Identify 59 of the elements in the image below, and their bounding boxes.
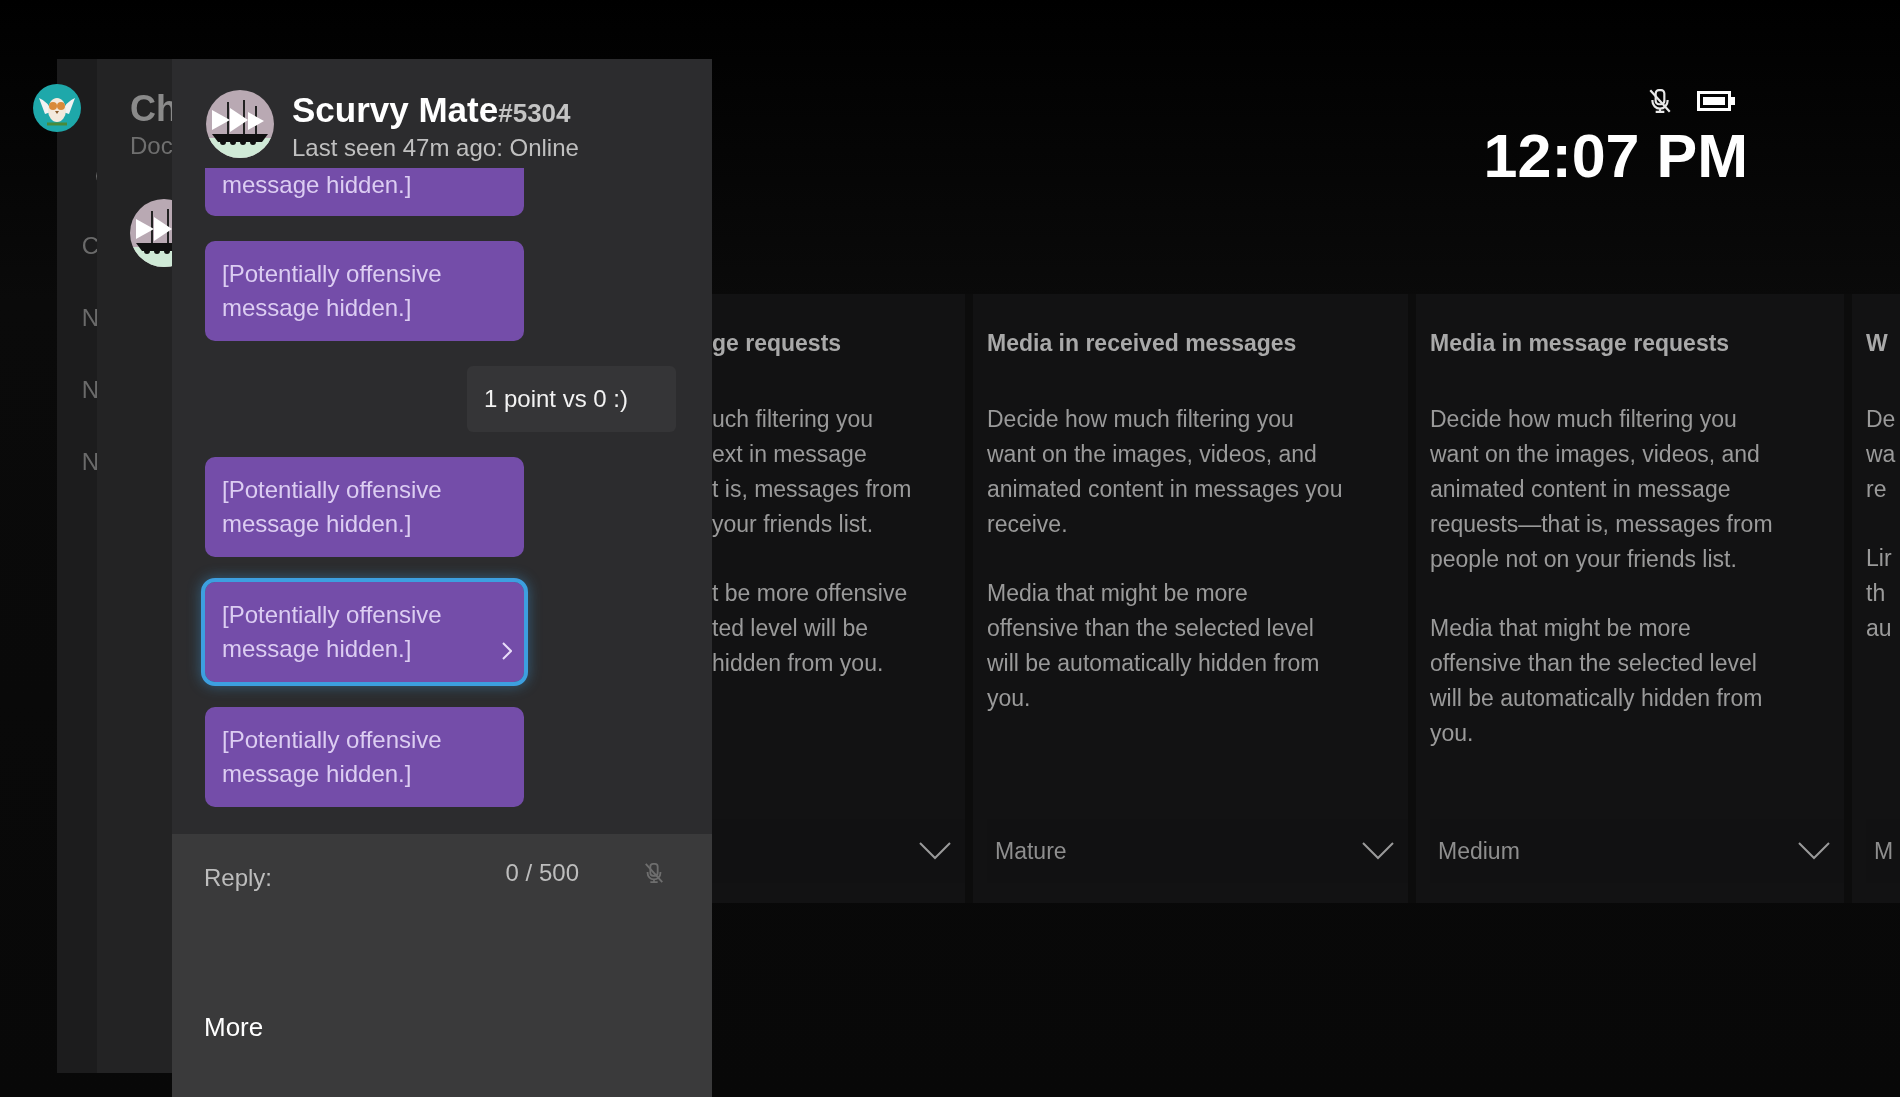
character-counter: 0 / 500 [505, 859, 579, 887]
setting-description: Media that might be more [987, 579, 1249, 608]
panel-subtitle: Doc [130, 131, 174, 161]
chevron-down-icon [919, 842, 951, 860]
setting-description: hidden from you. [712, 649, 885, 678]
setting-description: animated content in message [1430, 475, 1732, 504]
setting-description: want on the images, videos, and [1430, 440, 1761, 469]
gamertag-number: #5304 [498, 98, 571, 129]
setting-description: re [1866, 475, 1888, 504]
setting-description: you. [1430, 719, 1475, 748]
nav-item[interactable]: N [81, 305, 99, 331]
setting-description: want on the images, videos, and [987, 440, 1318, 469]
setting-description: Decide how much filtering you [987, 405, 1295, 434]
sent-message[interactable]: 1 point vs 0 :) [466, 366, 676, 432]
setting-description: you. [987, 684, 1032, 713]
nav-item[interactable]: N [81, 449, 99, 475]
chevron-down-icon [1362, 842, 1394, 860]
setting-description: your friends list. [712, 510, 875, 539]
setting-description: will be automatically hidden from [1430, 684, 1764, 713]
message-bubble[interactable]: [Potentially offensive message hidden.] [205, 457, 524, 557]
battery-icon [1697, 91, 1735, 111]
nav-item[interactable]: N [81, 377, 99, 403]
setting-description: wa [1866, 440, 1897, 469]
setting-description: requests—that is, messages from [1430, 510, 1774, 539]
setting-heading: W [1866, 330, 1889, 356]
setting-description: receive. [987, 510, 1069, 539]
nav-item[interactable]: C [81, 233, 99, 259]
setting-description: offensive than the selected level [1430, 649, 1758, 678]
setting-heading: Media in received messages [987, 330, 1298, 356]
message-bubble[interactable]: [Potentially offensive message hidden.] [205, 707, 524, 807]
setting-heading: ge requests [712, 330, 843, 356]
setting-description: th [1866, 579, 1887, 608]
reply-label: Reply: [204, 864, 274, 892]
setting-heading: Media in message requests [1430, 330, 1731, 356]
setting-description: animated content in messages you [987, 475, 1344, 504]
setting-description: offensive than the selected level [987, 614, 1315, 643]
mic-off-icon [643, 862, 665, 884]
avatar[interactable] [33, 84, 81, 132]
contact-name: Scurvy Mate [292, 90, 499, 130]
setting-description: Lir [1866, 544, 1893, 573]
setting-description: will be automatically hidden from [987, 649, 1321, 678]
setting-description: De [1866, 405, 1897, 434]
setting-description: ted level will be [712, 614, 869, 643]
setting-description: Decide how much filtering you [1430, 405, 1738, 434]
message-bubble[interactable]: [Potentially offensive message hidden.] [205, 241, 524, 341]
setting-description: people not on your friends list. [1430, 545, 1738, 574]
setting-description: t be more offensive [712, 579, 909, 608]
mic-off-icon [1647, 88, 1673, 114]
contact-status: Last seen 47m ago: Online [292, 133, 579, 163]
more-button[interactable]: More [204, 1012, 264, 1043]
chevron-right-icon [502, 642, 512, 660]
clock-time: 12:07 PM [1483, 126, 1748, 187]
setting-description: au [1866, 614, 1893, 643]
message-bubble[interactable]: message hidden.] [205, 168, 524, 216]
setting-description: Media that might be more [1430, 614, 1692, 643]
chevron-down-icon [1798, 842, 1830, 860]
setting-description: uch filtering you [712, 405, 875, 434]
setting-description: t is, messages from [712, 475, 913, 504]
setting-description: ext in message [712, 440, 868, 469]
